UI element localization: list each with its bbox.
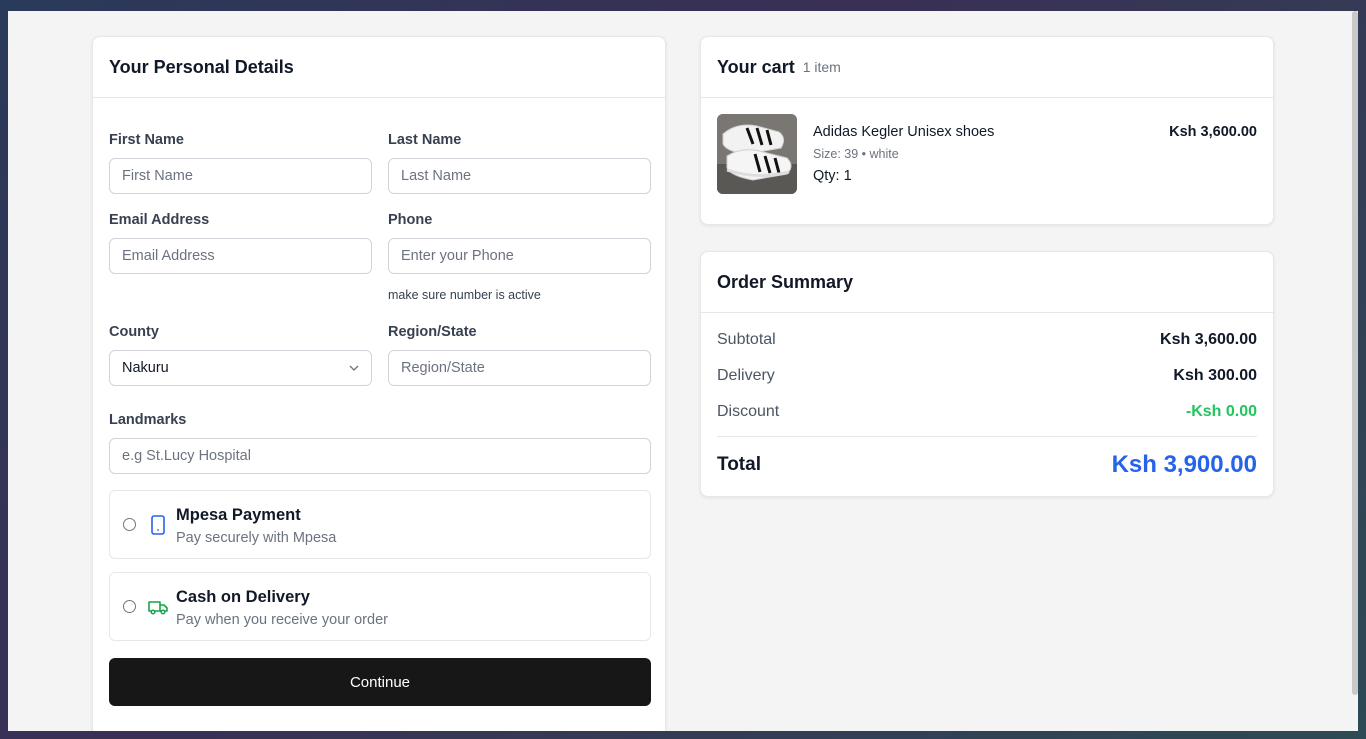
discount-label: Discount — [717, 403, 780, 420]
product-qty: Qty: 1 — [813, 168, 852, 184]
product-name: Adidas Kegler Unisex shoes — [813, 124, 995, 140]
last-name-field: Last Name — [388, 132, 461, 152]
page: Your Personal Details First Name Last Na… — [8, 11, 1358, 731]
order-summary-header: Order Summary — [701, 252, 1273, 313]
page-scrollbar[interactable] — [1352, 11, 1358, 695]
phone-hint: make sure number is active — [388, 288, 541, 302]
sneaker-product-image — [717, 114, 797, 194]
mpesa-title: Mpesa Payment — [176, 506, 301, 524]
personal-details-card: Your Personal Details First Name Last Na… — [92, 36, 666, 731]
last-name-input[interactable] — [388, 158, 651, 194]
discount-row: Discount -Ksh 0.00 — [717, 403, 1257, 421]
subtotal-label: Subtotal — [717, 331, 776, 348]
cod-subtitle: Pay when you receive your order — [176, 612, 388, 628]
discount-value: -Ksh 0.00 — [1185, 403, 1257, 420]
county-field: County — [109, 324, 159, 344]
mpesa-subtitle: Pay securely with Mpesa — [176, 530, 337, 546]
total-label: Total — [717, 454, 761, 475]
cart-card: Your cart 1 item Adidas Kegler Unisex sh… — [700, 36, 1274, 225]
region-label: Region/State — [388, 324, 477, 340]
subtotal-value: Ksh 3,600.00 — [1160, 331, 1257, 348]
email-label: Email Address — [109, 212, 210, 228]
total-value: Ksh 3,900.00 — [1111, 451, 1257, 478]
payment-option-cod[interactable]: Cash on Delivery Pay when you receive yo… — [109, 572, 651, 641]
delivery-value: Ksh 300.00 — [1173, 367, 1257, 384]
continue-button[interactable]: Continue — [109, 658, 651, 706]
total-row: Total Ksh 3,900.00 — [717, 451, 1257, 479]
email-input[interactable] — [109, 238, 372, 274]
region-field: Region/State — [388, 324, 477, 344]
county-label: County — [109, 324, 159, 340]
chevron-down-icon — [349, 365, 359, 371]
truck-icon — [148, 601, 168, 615]
phone-icon — [151, 515, 165, 535]
product-meta: Size: 39 • white — [813, 147, 899, 161]
order-summary-title: Order Summary — [717, 271, 854, 292]
cod-title: Cash on Delivery — [176, 588, 310, 606]
cart-title: Your cart — [717, 56, 795, 77]
last-name-label: Last Name — [388, 132, 462, 148]
subtotal-row: Subtotal Ksh 3,600.00 — [717, 331, 1257, 349]
county-value: Nakuru — [122, 360, 169, 376]
first-name-input[interactable] — [109, 158, 372, 194]
product-price: Ksh 3,600.00 — [1169, 124, 1257, 140]
phone-input[interactable] — [388, 238, 651, 274]
cart-count: 1 item — [802, 59, 841, 75]
first-name-label: First Name — [109, 132, 184, 148]
delivery-row: Delivery Ksh 300.00 — [717, 367, 1257, 385]
landmarks-input[interactable] — [109, 438, 651, 474]
personal-details-title: Your Personal Details — [109, 56, 294, 77]
email-field: Email Address — [109, 212, 209, 232]
first-name-field: First Name — [109, 132, 184, 152]
cod-radio[interactable] — [123, 600, 136, 613]
order-summary-card: Order Summary Subtotal Ksh 3,600.00 Deli… — [700, 251, 1274, 497]
landmarks-label: Landmarks — [109, 412, 187, 428]
summary-divider — [717, 436, 1257, 437]
phone-label: Phone — [388, 212, 433, 228]
landmarks-field: Landmarks — [109, 412, 186, 432]
phone-field: Phone — [388, 212, 432, 232]
delivery-label: Delivery — [717, 367, 775, 384]
region-input[interactable] — [388, 350, 651, 386]
county-select[interactable]: Nakuru — [109, 350, 372, 386]
payment-option-mpesa[interactable]: Mpesa Payment Pay securely with Mpesa — [109, 490, 651, 559]
personal-details-header: Your Personal Details — [93, 37, 665, 98]
cart-header: Your cart 1 item — [701, 37, 1273, 98]
mpesa-radio[interactable] — [123, 518, 136, 531]
